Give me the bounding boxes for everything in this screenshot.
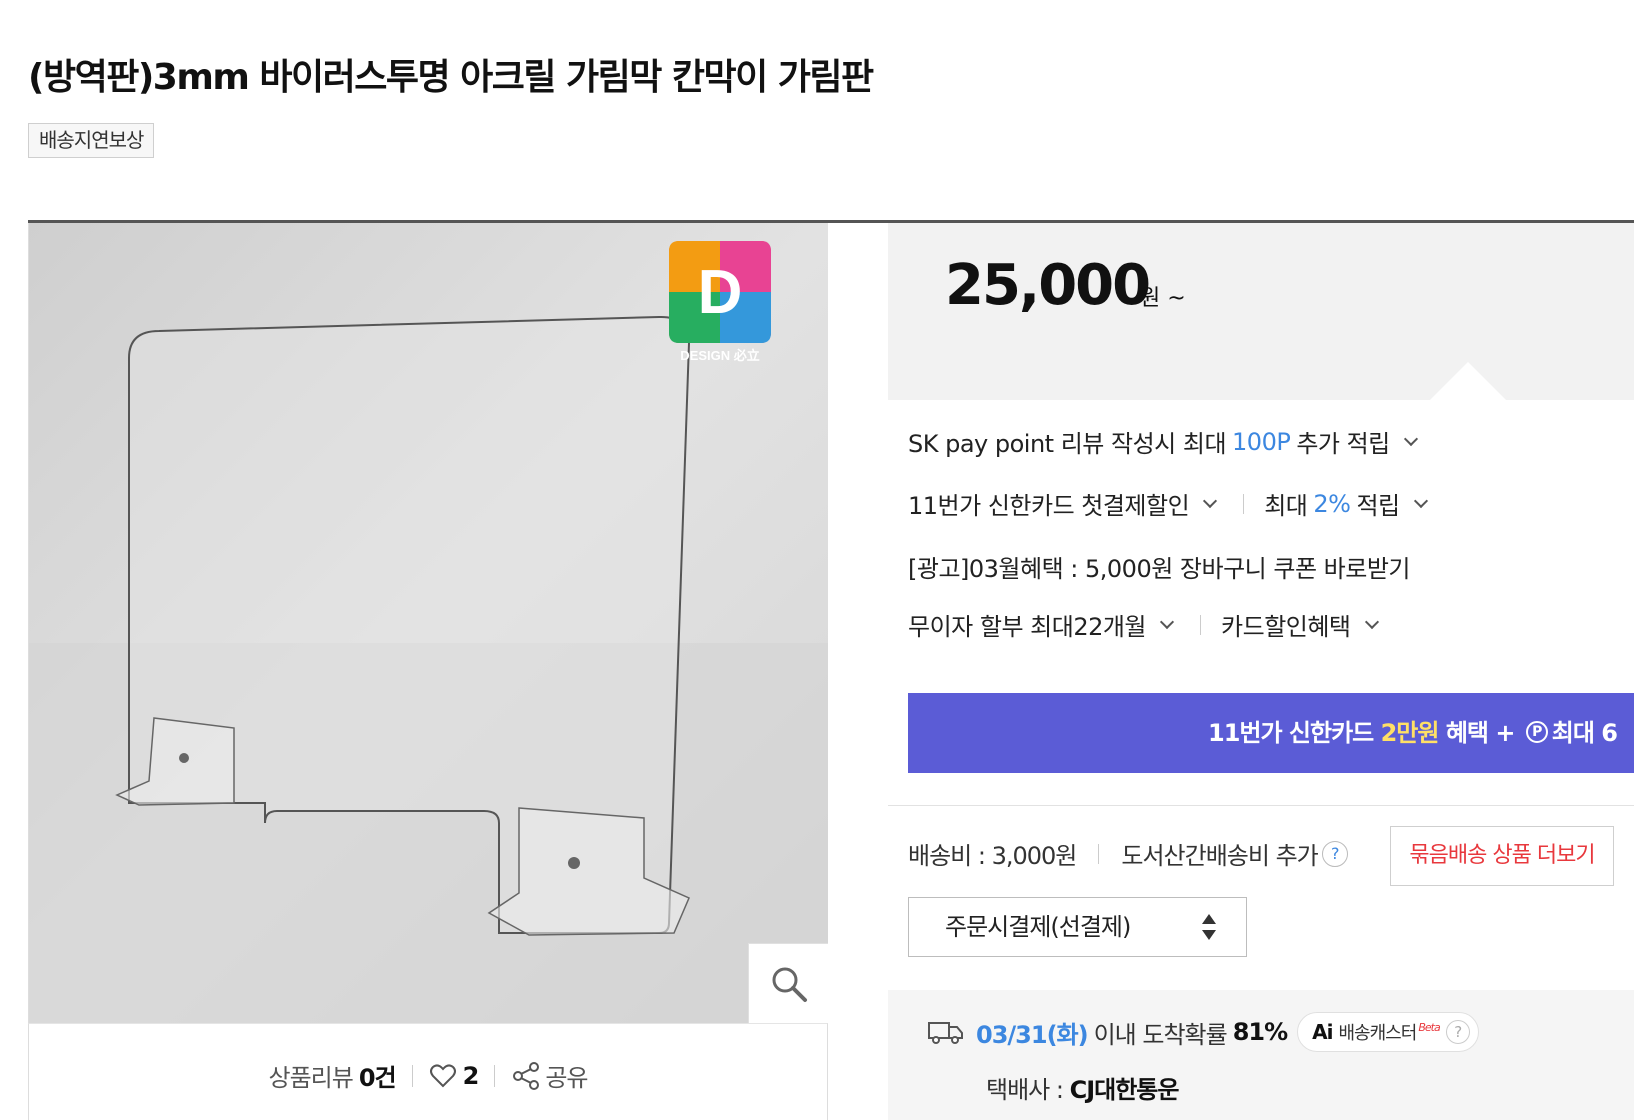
chevron-down-icon[interactable] — [1159, 614, 1175, 629]
chevron-down-icon[interactable] — [1203, 493, 1218, 508]
arrival-probability: 81% — [1232, 1018, 1288, 1046]
price-notch — [1428, 362, 1508, 402]
beta-label: Beta — [1418, 1020, 1440, 1034]
review-label: 상품리뷰 — [268, 1064, 354, 1092]
card-max-prefix: 최대 — [1264, 492, 1308, 520]
bundle-shipping-button[interactable]: 묶음배송 상품 더보기 — [1390, 826, 1614, 886]
payment-option-value: 주문시결제(선결제) — [945, 913, 1131, 941]
price-unit: 원 ~ — [1140, 286, 1186, 311]
ad-coupon-link[interactable]: [광고]03월혜택 : 5,000원 장바구니 쿠폰 바로받기 — [908, 549, 1410, 584]
review-count: 0건 — [358, 1064, 397, 1092]
separator — [411, 1064, 413, 1087]
shipping-fee: 배송비 : 3,000원 — [908, 842, 1077, 870]
like-count: 2 — [462, 1061, 480, 1090]
sk-pay-suffix: 추가 적립 — [1296, 430, 1390, 458]
card-discount-benefit[interactable]: 카드할인혜택 — [1221, 607, 1351, 642]
banner-mid: 혜택 + — [1445, 719, 1516, 747]
separator — [1200, 614, 1202, 635]
separator — [1098, 843, 1100, 864]
banner-highlight: 2만원 — [1380, 719, 1440, 747]
arrival-text: 이내 도착확률 — [1093, 1020, 1228, 1049]
sk-pay-points: 100P — [1232, 427, 1291, 456]
banner-suffix: 최대 6 — [1551, 719, 1618, 747]
shinhan-card-promo-banner[interactable]: 11번가 신한카드 2만원 혜택 + P 최대 6 — [908, 693, 1634, 773]
logo-text: DESIGN 必立 — [680, 348, 759, 363]
card-max-percent: 2% — [1313, 489, 1351, 518]
divider — [888, 805, 1634, 806]
separator — [494, 1064, 496, 1087]
price-box: 25,000 원 ~ — [888, 223, 1634, 400]
product-actions: 상품리뷰 0건 2 공유 — [28, 1023, 828, 1120]
ai-delivery-caster-badge[interactable]: Ai 배송캐스터 Beta ? — [1297, 1012, 1479, 1052]
price-value: 25,000 — [945, 253, 1151, 318]
review-link[interactable]: 상품리뷰 0건 — [268, 1058, 397, 1093]
carrier-label: 택배사 : — [986, 1076, 1064, 1104]
delivery-delay-badge: 배송지연보상 — [28, 123, 155, 158]
magnifier-icon — [772, 967, 807, 1002]
sort-arrows-icon — [1202, 914, 1216, 942]
sk-pay-benefit[interactable]: SK pay point 리뷰 작성시 최대 100P 추가 적립 — [908, 424, 1418, 459]
caster-label: 배송캐스터 — [1338, 1023, 1418, 1044]
logo-letter: D — [698, 258, 743, 327]
share-button[interactable]: 공유 — [511, 1058, 588, 1093]
card-benefit-row: 11번가 신한카드 첫결제할인 최대 2% 적립 — [908, 486, 1428, 521]
point-icon: P — [1525, 721, 1548, 743]
payment-option-select[interactable]: 주문시결제(선결제) — [908, 897, 1247, 957]
carrier-name: CJ대한통운 — [1069, 1076, 1180, 1104]
chevron-down-icon[interactable] — [1364, 614, 1379, 629]
help-icon[interactable]: ? — [1321, 840, 1348, 867]
help-icon[interactable]: ? — [1445, 1020, 1470, 1044]
separator — [1243, 493, 1245, 514]
zoom-button[interactable] — [748, 943, 828, 1023]
product-title: (방역판)3mm 바이러스투명 아크릴 가림막 칸막이 가림판 — [28, 57, 874, 98]
sk-pay-text: SK pay point 리뷰 작성시 최대 — [908, 430, 1227, 458]
banner-prefix: 11번가 신한카드 — [1208, 719, 1374, 747]
share-label: 공유 — [545, 1064, 588, 1092]
ai-label: Ai — [1312, 1020, 1333, 1044]
card-first-payment-discount[interactable]: 11번가 신한카드 첫결제할인 — [908, 486, 1190, 521]
product-image[interactable]: D DESIGN 必立 — [28, 223, 828, 1023]
delivery-truck-icon — [928, 1022, 963, 1044]
chevron-down-icon — [1403, 431, 1418, 446]
shipping-row: 배송비 : 3,000원 도서산간배송비 추가 ? — [908, 836, 1348, 871]
like-button[interactable]: 2 — [429, 1062, 479, 1090]
share-icon — [513, 1061, 540, 1090]
installment-row: 무이자 할부 최대22개월 카드할인혜택 — [908, 607, 1379, 642]
installment-info[interactable]: 무이자 할부 최대22개월 — [908, 607, 1147, 642]
carrier-row: 택배사 : CJ대한통운 — [986, 1070, 1180, 1105]
acrylic-partition-illustration: D DESIGN 必立 — [29, 223, 828, 1023]
card-max-suffix[interactable]: 적립 — [1356, 486, 1400, 521]
remote-area-fee: 도서산간배송비 추가 — [1121, 842, 1318, 870]
heart-icon — [429, 1063, 456, 1087]
arrival-date: 03/31(화) — [976, 1020, 1089, 1049]
chevron-down-icon[interactable] — [1413, 493, 1428, 508]
arrival-info: 03/31(화) 이내 도착확률 81% Ai 배송캐스터 Beta ? 택배사… — [888, 990, 1634, 1120]
